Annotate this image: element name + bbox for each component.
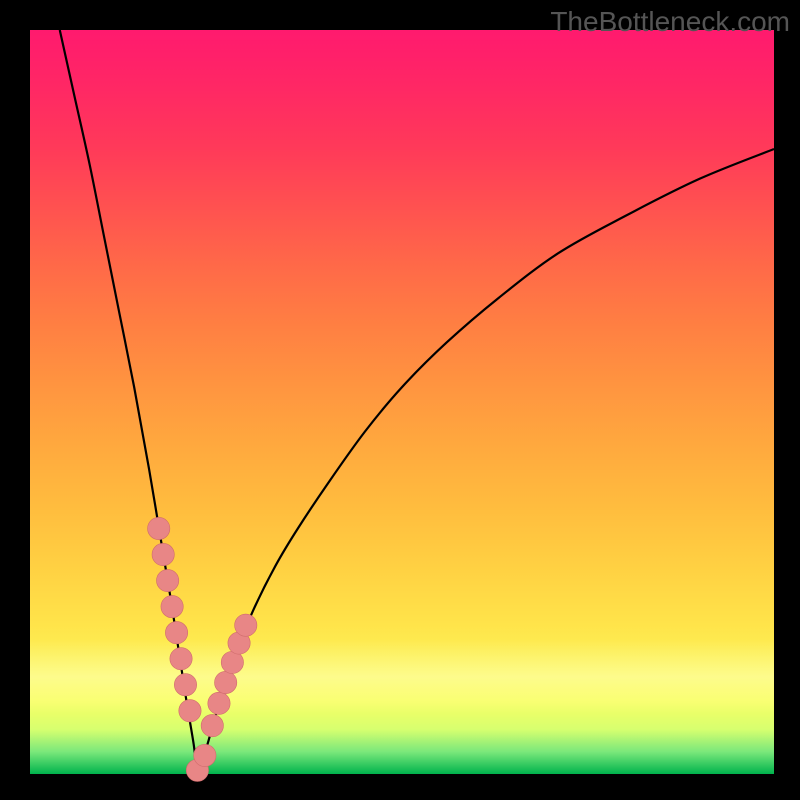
data-marker — [179, 700, 201, 722]
data-marker — [161, 595, 183, 617]
data-marker — [215, 671, 237, 693]
data-marker — [221, 651, 243, 673]
bottleneck-curve — [60, 30, 774, 775]
data-marker — [235, 614, 257, 636]
data-marker — [148, 517, 170, 539]
data-marker — [156, 569, 178, 591]
data-marker — [152, 543, 174, 565]
plot-area — [30, 30, 774, 774]
data-marker — [170, 648, 192, 670]
data-marker — [174, 674, 196, 696]
data-marker — [165, 621, 187, 643]
data-marker — [208, 692, 230, 714]
data-marker — [194, 744, 216, 766]
chart-svg — [30, 30, 774, 774]
watermark-text: TheBottleneck.com — [550, 6, 790, 38]
marker-group — [148, 517, 257, 781]
data-marker — [201, 714, 223, 736]
chart-frame: TheBottleneck.com — [0, 0, 800, 800]
